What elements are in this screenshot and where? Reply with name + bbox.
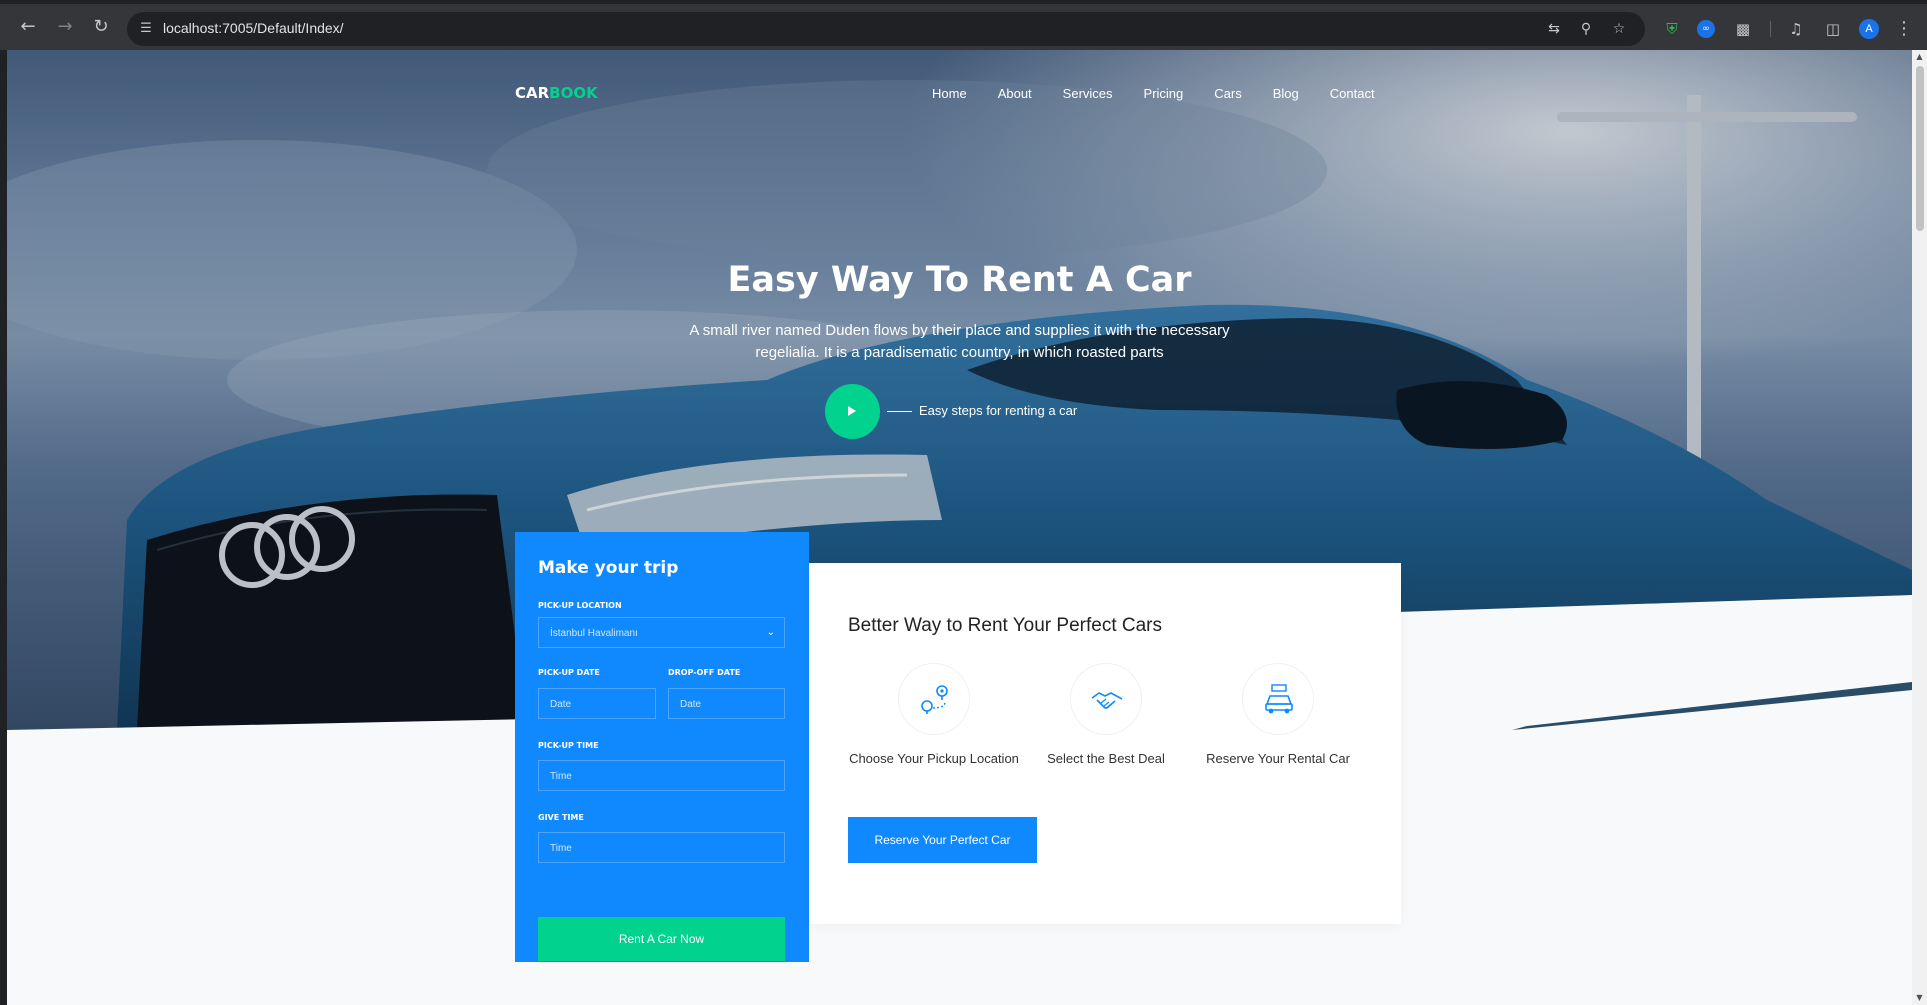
loop-extension-icon[interactable]: ∞ xyxy=(1697,20,1717,40)
give-time-label: GIVE TIME xyxy=(538,813,584,822)
forward-icon[interactable]: → xyxy=(54,16,76,38)
service-item: Choose Your Pickup Location xyxy=(849,663,1019,769)
booking-form: Make your trip PICK-UP LOCATION İstanbul… xyxy=(515,532,809,962)
service-item: Reserve Your Rental Car xyxy=(1193,663,1363,769)
pickup-time-label: PICK-UP TIME xyxy=(538,741,599,750)
services-heading: Better Way to Rent Your Perfect Cars xyxy=(848,615,1162,636)
zoom-icon[interactable]: ⚲ xyxy=(1577,20,1595,38)
scroll-down-icon[interactable]: ▼ xyxy=(1915,994,1924,1002)
rental-car-icon xyxy=(1242,663,1314,735)
bookmark-star-icon[interactable]: ☆ xyxy=(1610,20,1628,38)
pickup-location-select[interactable]: İstanbul Havalimanı ⌄ xyxy=(538,617,785,648)
side-panel-icon[interactable]: ◫ xyxy=(1823,19,1843,39)
route-pin-icon xyxy=(898,663,970,735)
reload-icon[interactable]: ↻ xyxy=(90,16,112,38)
scrollbar-thumb[interactable] xyxy=(1916,66,1924,231)
dropoff-date-input[interactable]: Date xyxy=(668,688,785,719)
menu-kebab-icon[interactable]: ⋮ xyxy=(1895,18,1913,40)
page-viewport: CARBOOK Home About Services Pricing Cars… xyxy=(7,50,1912,1005)
url-text[interactable]: localhost:7005/Default/Index/ xyxy=(163,20,344,36)
extensions-puzzle-icon[interactable]: ▩ xyxy=(1733,19,1753,39)
rent-car-now-button[interactable]: Rent A Car Now xyxy=(538,917,785,961)
chevron-down-icon: ⌄ xyxy=(766,627,775,638)
browser-toolbar: ← → ↻ ☰ localhost:7005/Default/Index/ ⇆ … xyxy=(0,0,1927,50)
pickup-date-label: PICK-UP DATE xyxy=(538,668,600,677)
back-icon[interactable]: ← xyxy=(17,16,39,38)
services-card: Better Way to Rent Your Perfect Cars Cho… xyxy=(809,563,1401,924)
page-scrollbar[interactable]: ▲ ▼ xyxy=(1912,50,1927,1005)
service-label-pickup: Choose Your Pickup Location xyxy=(849,751,1019,766)
profile-avatar[interactable]: A xyxy=(1859,19,1879,39)
handshake-icon xyxy=(1070,663,1142,735)
translate-icon[interactable]: ⇆ xyxy=(1545,20,1563,38)
media-control-icon[interactable]: ♫ xyxy=(1786,19,1806,39)
service-label-deal: Select the Best Deal xyxy=(1047,751,1165,766)
service-item: Select the Best Deal xyxy=(1021,663,1191,769)
service-label-reserve: Reserve Your Rental Car xyxy=(1206,751,1350,766)
site-settings-icon[interactable]: ☰ xyxy=(137,20,155,38)
dropoff-date-label: DROP-OFF DATE xyxy=(668,668,741,677)
pickup-time-input[interactable]: Time xyxy=(538,760,785,791)
booking-title: Make your trip xyxy=(538,558,679,578)
pickup-location-label: PICK-UP LOCATION xyxy=(538,601,622,610)
toolbar-divider xyxy=(1770,21,1771,37)
pickup-date-input[interactable]: Date xyxy=(538,688,656,719)
address-bar[interactable]: ☰ localhost:7005/Default/Index/ ⇆ ⚲ ☆ xyxy=(127,12,1645,46)
give-time-input[interactable]: Time xyxy=(538,832,785,863)
shield-extension-icon[interactable]: ⛨ xyxy=(1662,19,1682,39)
scroll-up-icon[interactable]: ▲ xyxy=(1915,53,1924,61)
pickup-location-value: İstanbul Havalimanı xyxy=(550,628,638,639)
reserve-perfect-car-button[interactable]: Reserve Your Perfect Car xyxy=(848,817,1037,863)
